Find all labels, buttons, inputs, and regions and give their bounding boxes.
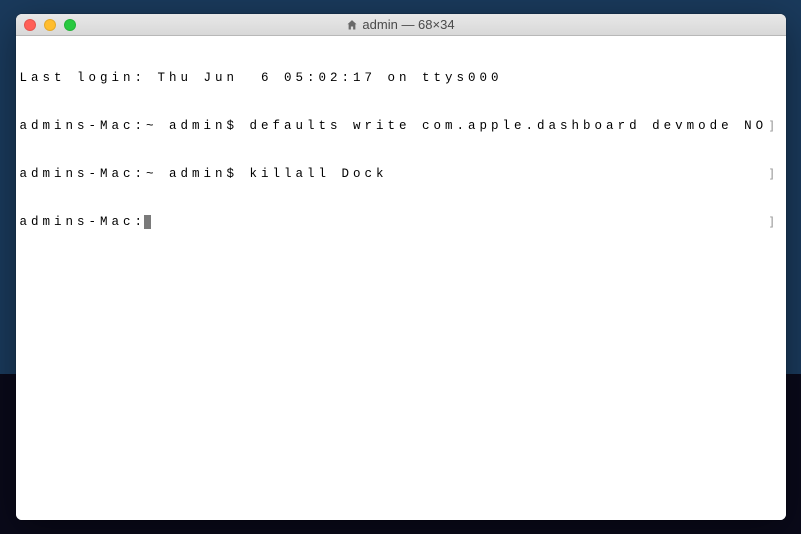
traffic-lights (24, 19, 76, 31)
close-icon[interactable] (24, 19, 36, 31)
zoom-icon[interactable] (64, 19, 76, 31)
terminal-body[interactable]: Last login: Thu Jun 6 05:02:17 on ttys00… (16, 36, 786, 520)
scrollbar[interactable] (772, 36, 786, 520)
cursor (144, 215, 151, 229)
terminal-line: admins-Mac:] (20, 214, 782, 230)
terminal-content[interactable]: Last login: Thu Jun 6 05:02:17 on ttys00… (20, 38, 782, 262)
window-title: admin — 68×34 (16, 17, 786, 32)
terminal-line: admins-Mac:~ admin$ defaults write com.a… (20, 118, 782, 134)
terminal-line: Last login: Thu Jun 6 05:02:17 on ttys00… (20, 70, 782, 86)
home-icon (346, 19, 358, 31)
terminal-line: admins-Mac:~ admin$ killall Dock] (20, 166, 782, 182)
titlebar[interactable]: admin — 68×34 (16, 14, 786, 36)
minimize-icon[interactable] (44, 19, 56, 31)
terminal-window: admin — 68×34 Last login: Thu Jun 6 05:0… (16, 14, 786, 520)
window-title-text: admin — 68×34 (362, 17, 454, 32)
